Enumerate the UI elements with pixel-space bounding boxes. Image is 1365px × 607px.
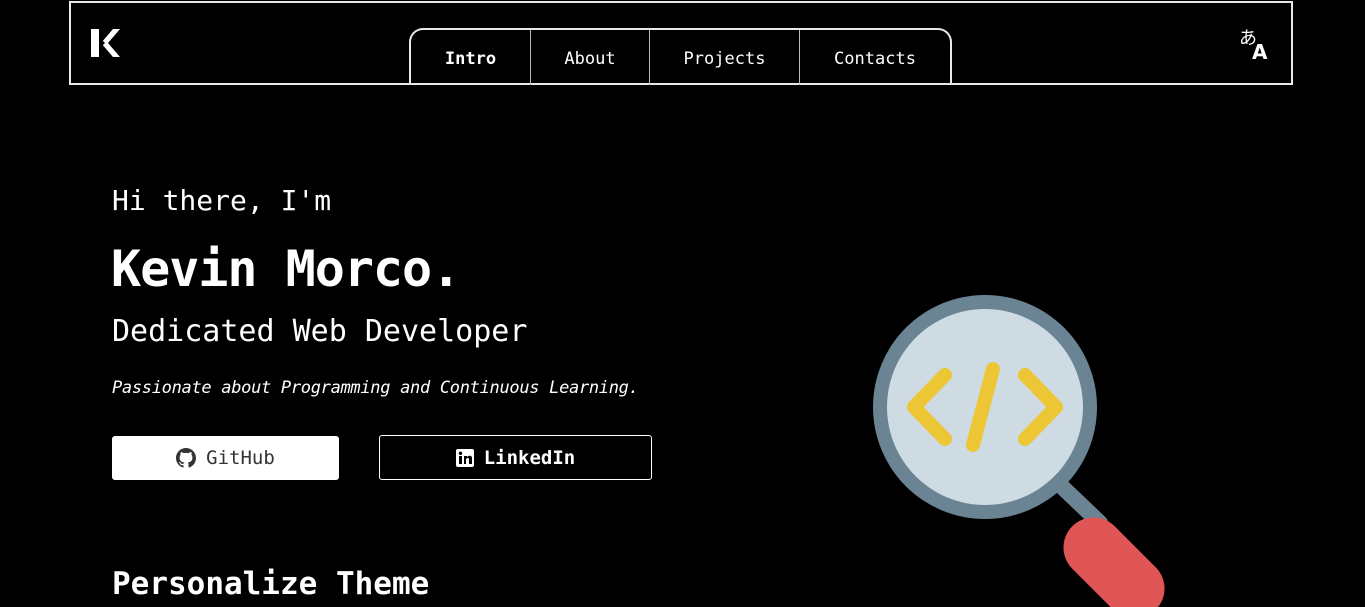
linkedin-button[interactable]: LinkedIn xyxy=(379,435,652,480)
linkedin-icon xyxy=(455,448,474,467)
site-header: Intro About Projects Contacts あ A xyxy=(69,1,1293,85)
nav-item-intro[interactable]: Intro xyxy=(411,30,530,85)
hero-role: Dedicated Web Developer xyxy=(112,314,528,349)
nav-item-contacts[interactable]: Contacts xyxy=(799,30,950,85)
page: Intro About Projects Contacts あ A Hi the… xyxy=(0,0,1365,607)
logo-icon[interactable] xyxy=(89,27,121,59)
translate-icon[interactable]: あ A xyxy=(1239,27,1273,61)
hero-name: Kevin Morco. xyxy=(111,240,461,298)
github-button[interactable]: GitHub xyxy=(112,436,339,480)
github-button-label: GitHub xyxy=(206,447,275,469)
hero-tagline: Passionate about Programming and Continu… xyxy=(112,378,639,398)
nav-item-projects[interactable]: Projects xyxy=(649,30,799,85)
svg-text:A: A xyxy=(1252,40,1268,61)
github-icon xyxy=(176,448,197,468)
personalize-theme-title: Personalize Theme xyxy=(112,566,430,602)
magnifying-glass-code-icon xyxy=(873,295,1165,607)
main-nav: Intro About Projects Contacts xyxy=(409,28,952,85)
nav-item-about[interactable]: About xyxy=(530,30,649,85)
linkedin-button-label: LinkedIn xyxy=(483,446,576,469)
hero-greeting: Hi there, I'm xyxy=(112,184,332,217)
